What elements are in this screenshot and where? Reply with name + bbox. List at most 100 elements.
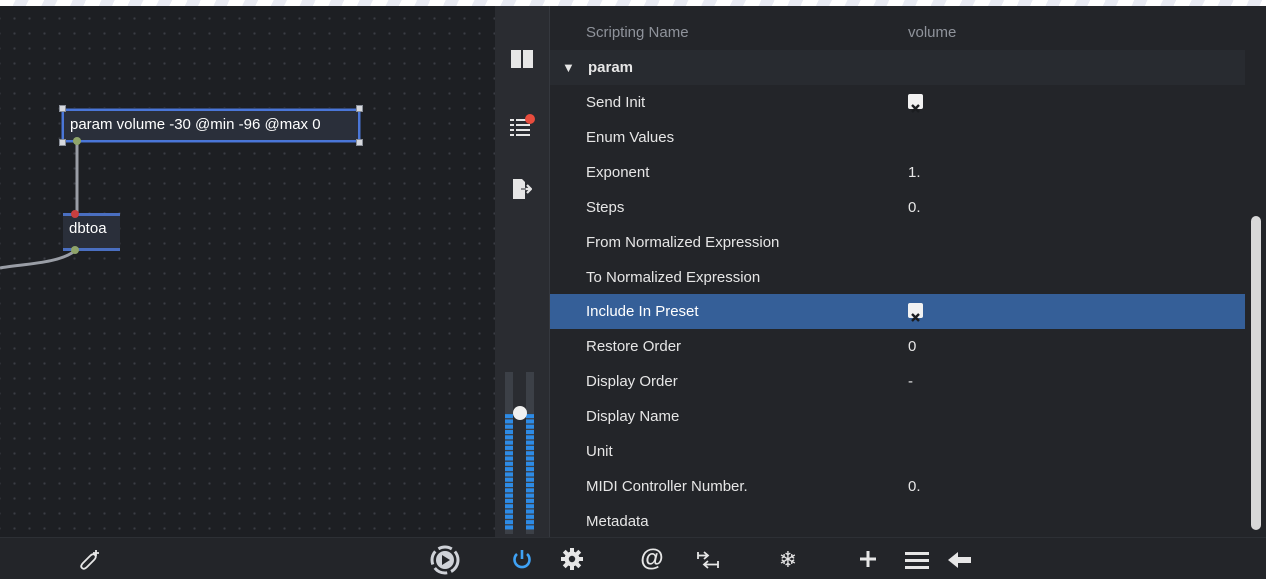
meter-segment	[526, 440, 534, 445]
scrollbar-thumb[interactable]	[1251, 216, 1261, 530]
checked-checkbox-icon[interactable]	[908, 93, 923, 113]
row-key: Display Name	[586, 408, 680, 426]
dbtoa-object[interactable]: dbtoa	[63, 210, 120, 254]
inspector-row-enum-values[interactable]: Enum Values	[550, 120, 1245, 155]
patcher-toolbar	[0, 537, 495, 579]
inspector-row-from-normalized-expression[interactable]: From Normalized Expression	[550, 225, 1245, 260]
inspector-row-display-order[interactable]: Display Order -	[550, 364, 1245, 399]
meter-segment	[505, 461, 513, 466]
meter-segment	[526, 461, 534, 466]
dbtoa-inlet[interactable]	[71, 210, 79, 218]
split-view-button[interactable]	[507, 44, 537, 74]
meter-segment	[526, 520, 534, 525]
settings-button[interactable]	[559, 546, 585, 572]
row-key: Restore Order	[586, 338, 682, 356]
at-icon: @	[640, 545, 664, 572]
power-button[interactable]	[495, 537, 549, 579]
inspector-row-exponent[interactable]: Exponent 1.	[550, 155, 1245, 190]
patcher-canvas[interactable]: param volume -30 @min -96 @max 0 dbtoa	[0, 6, 495, 537]
meter-segment	[505, 509, 513, 514]
inspector-toolbar: @ ❄	[549, 537, 1266, 579]
freeze-button[interactable]: ❄	[774, 546, 802, 574]
resize-handle-top-left[interactable]	[59, 105, 66, 112]
meter-segment	[505, 514, 513, 519]
row-checkbox[interactable]	[908, 85, 923, 120]
transform-button[interactable]	[694, 546, 722, 574]
level-meter[interactable]	[505, 372, 537, 534]
notification-dot	[525, 114, 535, 124]
gear-icon	[561, 548, 583, 570]
meter-segment	[505, 440, 513, 445]
resize-handle-top-right[interactable]	[356, 105, 363, 112]
meter-segment	[526, 477, 534, 482]
row-value: 0	[908, 338, 917, 356]
meter-segment	[505, 467, 513, 472]
row-key: Metadata	[586, 512, 649, 530]
inspector-row-send-init[interactable]: Send Init	[550, 85, 1245, 120]
meter-segment	[505, 430, 513, 435]
add-clip-button[interactable]	[76, 546, 104, 574]
inspector-row-display-name[interactable]: Display Name	[550, 399, 1245, 434]
meter-segment	[526, 488, 534, 493]
menu-icon	[905, 552, 929, 569]
middle-sidebar	[495, 6, 549, 537]
row-checkbox[interactable]	[908, 294, 923, 329]
back-button[interactable]	[945, 546, 975, 574]
row-value: 1.	[908, 163, 921, 181]
row-key: To Normalized Expression	[586, 268, 761, 286]
add-button[interactable]	[855, 546, 881, 572]
resize-handle-bottom-right[interactable]	[356, 139, 363, 146]
meter-segment	[526, 504, 534, 509]
dbtoa-object-text: dbtoa	[69, 220, 107, 237]
export-button[interactable]	[507, 174, 537, 204]
meter-segment	[505, 445, 513, 450]
play-button[interactable]	[428, 543, 462, 577]
power-icon	[513, 549, 531, 568]
list-notification-button[interactable]	[507, 110, 537, 140]
meter-segment	[505, 435, 513, 440]
meter-segment	[505, 483, 513, 488]
meter-segment	[526, 525, 534, 530]
row-value: 0.	[908, 198, 921, 216]
meter-segment	[526, 445, 534, 450]
inspector-row-to-normalized-expression[interactable]: To Normalized Expression	[550, 260, 1245, 295]
meter-segment	[505, 477, 513, 482]
inspector-row-include-in-preset[interactable]: Include In Preset	[550, 294, 1245, 330]
resize-handle-bottom-left[interactable]	[59, 139, 66, 146]
meter-segment	[505, 504, 513, 509]
inspector-row-midi-controller-number[interactable]: MIDI Controller Number. 0.	[550, 469, 1245, 504]
header-value: volume	[908, 24, 957, 41]
meter-segment	[505, 520, 513, 525]
meter-segment	[505, 488, 513, 493]
row-key: Steps	[586, 198, 625, 216]
split-view-icon	[511, 50, 533, 68]
meter-segment	[505, 424, 513, 429]
meter-segment	[505, 472, 513, 477]
meter-segment	[526, 483, 534, 488]
menu-button[interactable]	[902, 546, 932, 574]
meter-segment	[526, 451, 534, 456]
transform-icon	[697, 551, 719, 569]
at-button[interactable]: @	[639, 545, 665, 572]
meter-segment	[526, 430, 534, 435]
row-key: Include In Preset	[586, 303, 699, 321]
param-object[interactable]: param volume -30 @min -96 @max 0	[59, 105, 363, 146]
inspector-row-unit[interactable]: Unit	[550, 434, 1245, 469]
inspector-row-metadata[interactable]: Metadata	[550, 504, 1245, 537]
section-param[interactable]: ▼ param	[550, 50, 1245, 85]
inspector-row-steps[interactable]: Steps 0.	[550, 190, 1245, 225]
meter-segment	[526, 424, 534, 429]
section-title: param	[588, 59, 634, 76]
meter-segment	[505, 451, 513, 456]
export-icon	[513, 179, 532, 199]
meter-segment	[526, 419, 534, 424]
checked-checkbox-icon[interactable]	[908, 302, 923, 322]
inspector-row-restore-order[interactable]: Restore Order 0	[550, 329, 1245, 364]
meter-segment	[505, 498, 513, 503]
dbtoa-outlet[interactable]	[71, 246, 79, 254]
row-key: Display Order	[586, 373, 678, 391]
param-outlet[interactable]	[73, 137, 81, 145]
meter-segment	[505, 493, 513, 498]
row-key: MIDI Controller Number.	[586, 477, 748, 495]
meter-segment	[526, 435, 534, 440]
